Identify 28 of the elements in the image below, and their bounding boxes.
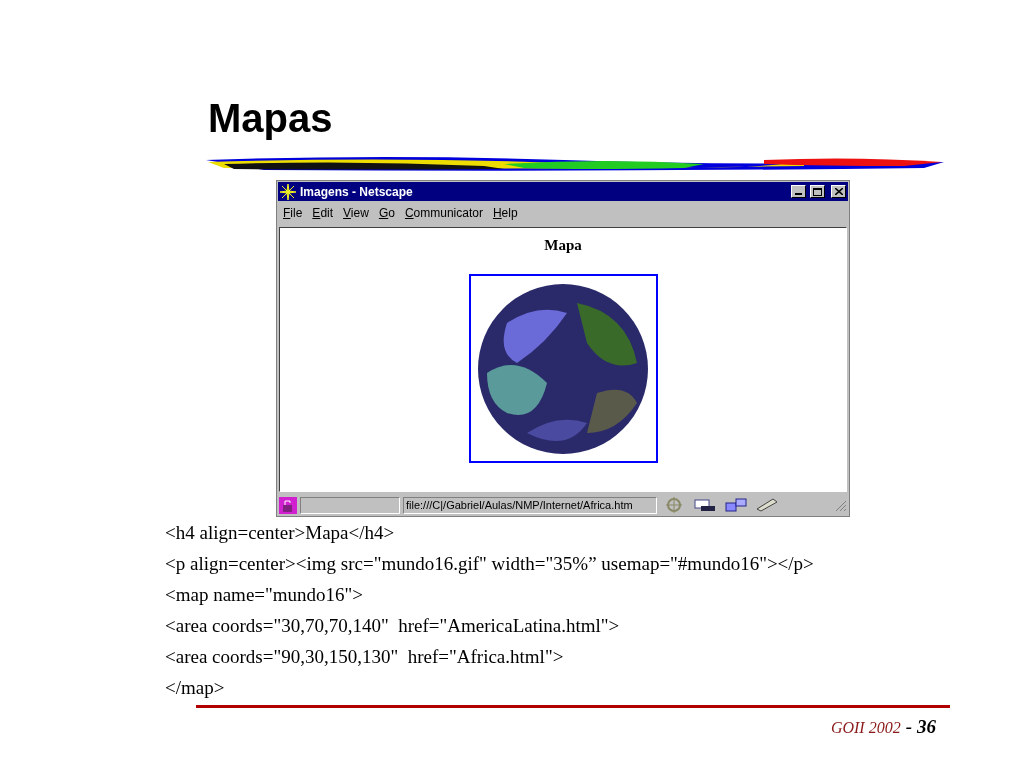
- window-title: Imagens - Netscape: [300, 184, 414, 199]
- code-line: <map name="mundo16">: [165, 583, 365, 607]
- footer-separator: -: [905, 716, 912, 738]
- code-line: <p align=center><img src="mundo16.gif" width="35%” usemap="#mundo16"></p>: [165, 552, 815, 576]
- close-icon: [834, 188, 843, 195]
- menu-item[interactable]: File: [283, 206, 303, 220]
- menu-item[interactable]: Help: [492, 206, 518, 220]
- maximize-icon: [813, 187, 822, 196]
- maximize-button[interactable]: [810, 185, 825, 198]
- menu-item[interactable]: Edit: [312, 206, 334, 220]
- menu-item[interactable]: Go: [378, 206, 395, 220]
- page-heading: Mapa: [544, 237, 582, 254]
- slide-title: Mapas: [208, 95, 333, 142]
- footer-course: GOII 2002: [830, 719, 901, 737]
- status-url: file:///C|/Gabriel/Aulas/NMP/Internet/Africa.htm: [405, 499, 633, 511]
- image-map-link[interactable]: [468, 274, 658, 463]
- code-line: <area coords="30,70,70,140" href="AmericaLatina.html">: [165, 614, 621, 638]
- netscape-star-icon: [280, 183, 296, 200]
- menu-item[interactable]: Communicator: [404, 206, 483, 220]
- code-line: </map>: [165, 676, 226, 700]
- code-line: <h4 align=center>Mapa</h4>: [165, 521, 396, 545]
- code-line: <area coords="90,30,150,130" href="Africa.html">: [165, 645, 565, 669]
- close-button[interactable]: [831, 185, 846, 198]
- minimize-button[interactable]: [791, 185, 806, 198]
- menu-item[interactable]: View: [343, 206, 369, 220]
- lock-icon: [279, 496, 297, 514]
- resize-grip-icon: [833, 498, 847, 512]
- page-number: 36: [917, 716, 936, 738]
